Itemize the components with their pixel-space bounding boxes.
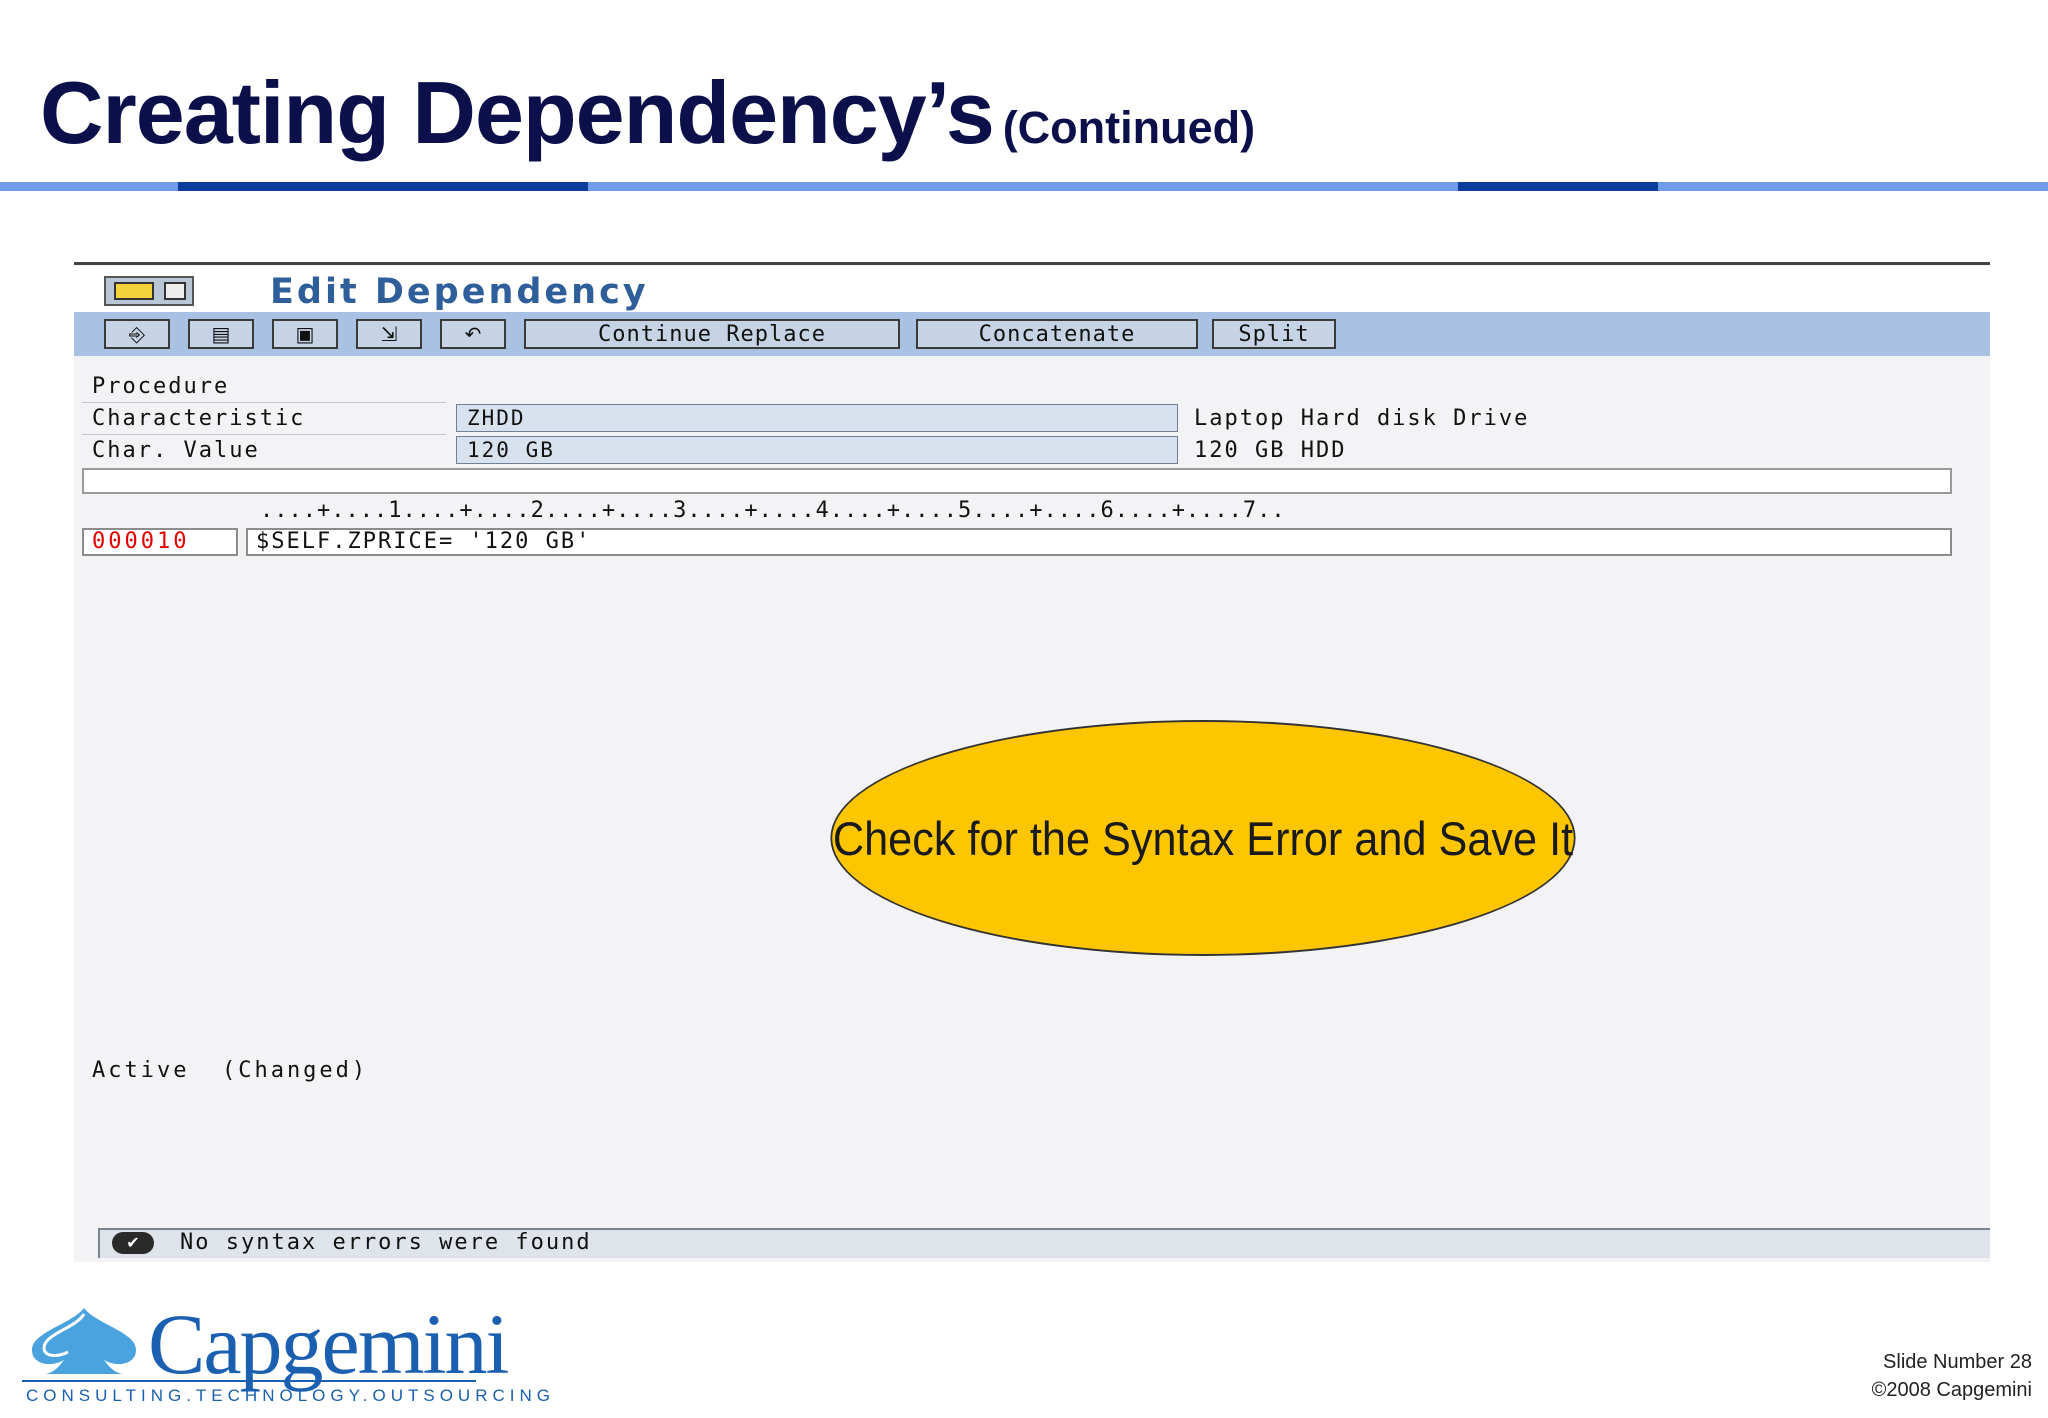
editor-ruler: ....+....1....+....2....+....3....+....4… xyxy=(260,498,1286,523)
logo-tagline: CONSULTING.TECHNOLOGY.OUTSOURCING xyxy=(26,1386,555,1405)
status-message: No syntax errors were found xyxy=(180,1230,592,1255)
line-number: 000010 xyxy=(82,528,238,556)
status-bar: ✔ No syntax errors were found xyxy=(98,1228,1990,1258)
slide-footer: Slide Number 28 ©2008 Capgemini xyxy=(1872,1348,2032,1404)
slide-title-main: Creating Dependency’s xyxy=(40,63,995,162)
sap-title-bar: Edit Dependency xyxy=(74,266,1990,314)
copyright: ©2008 Capgemini xyxy=(1871,1379,2032,1401)
capgemini-logo: Capgemini CONSULTING.TECHNOLOGY.OUTSOURC… xyxy=(22,1296,550,1408)
code-line-input[interactable]: $SELF.ZPRICE= '120 GB' xyxy=(246,528,1952,556)
continue-replace-button[interactable]: Continue Replace xyxy=(524,319,900,349)
system-menu-icon[interactable] xyxy=(104,276,194,306)
characteristic-description: Laptop Hard disk Drive xyxy=(1194,406,1530,431)
characteristic-label: Characteristic xyxy=(92,406,306,431)
row-divider xyxy=(82,434,446,435)
procedure-label: Procedure xyxy=(92,374,230,399)
slide-title: Creating Dependency’s (Continued) xyxy=(40,62,1255,164)
screen-title: Edit Dependency xyxy=(270,272,649,312)
insert-line-icon[interactable]: ⎆ xyxy=(104,319,170,349)
concatenate-button[interactable]: Concatenate xyxy=(916,319,1198,349)
system-menu-icon-part xyxy=(164,282,186,300)
select-icon[interactable]: ⇲ xyxy=(356,319,422,349)
dependency-status: Active (Changed) xyxy=(92,1058,369,1083)
split-button[interactable]: Split xyxy=(1212,319,1336,349)
sap-top-line xyxy=(74,262,1990,265)
success-check-icon: ✔ xyxy=(112,1232,154,1254)
row-divider xyxy=(82,402,446,403)
application-toolbar: ⎆ ▤ ▣ ⇲ ↶ Continue Replace Concatenate S… xyxy=(74,312,1990,356)
char-value-description: 120 GB HDD xyxy=(1194,438,1347,463)
paste-icon[interactable]: ▣ xyxy=(272,319,338,349)
char-value-label: Char. Value xyxy=(92,438,260,463)
copy-block-icon[interactable]: ▤ xyxy=(188,319,254,349)
slide-number: Slide Number 28 xyxy=(1883,1351,2032,1373)
callout-bubble: Check for the Syntax Error and Save It xyxy=(830,720,1576,956)
char-value-field[interactable]: 120 GB xyxy=(456,436,1178,464)
title-rule-accent-left xyxy=(178,182,588,191)
undo-icon[interactable]: ↶ xyxy=(440,319,506,349)
characteristic-field[interactable]: ZHDD xyxy=(456,404,1178,432)
title-rule-accent-right xyxy=(1458,182,1658,191)
logo-underline xyxy=(22,1380,476,1382)
system-menu-icon-part xyxy=(114,282,154,300)
logo-wordmark: Capgemini xyxy=(148,1296,509,1392)
editor-header-input[interactable] xyxy=(82,468,1952,494)
spade-logo-icon xyxy=(32,1308,136,1374)
slide-subtitle: (Continued) xyxy=(1002,102,1256,153)
